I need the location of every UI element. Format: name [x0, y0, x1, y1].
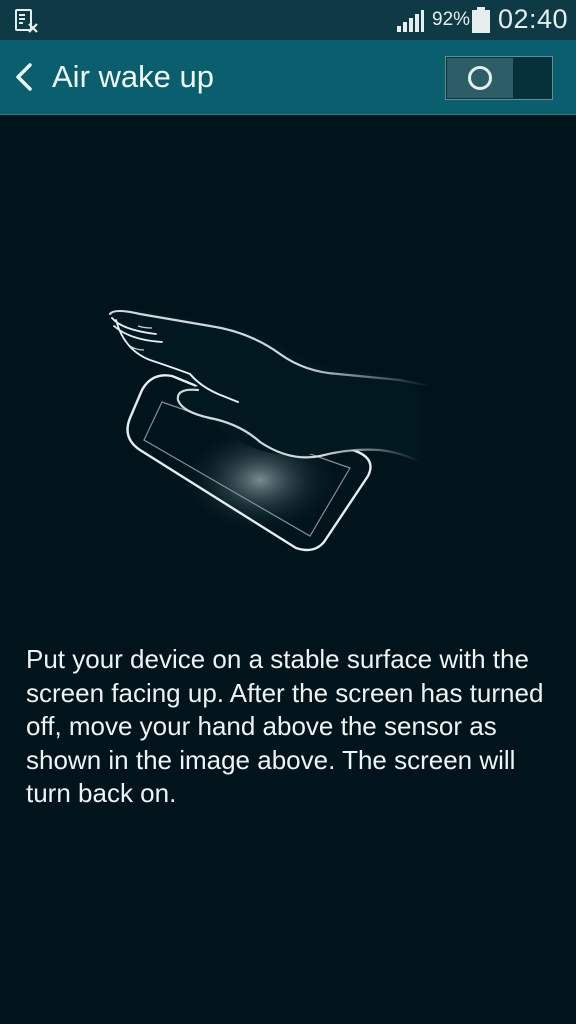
- toggle-thumb: [447, 58, 513, 98]
- hand-over-phone-illustration: [108, 309, 432, 552]
- battery-percent: 92%: [432, 9, 471, 30]
- air-wake-up-toggle[interactable]: [445, 56, 553, 100]
- action-bar: Air wake up: [0, 40, 576, 115]
- battery-icon: [472, 7, 490, 33]
- status-bar: 92% 02:40: [0, 0, 576, 40]
- clock: 02:40: [498, 4, 569, 34]
- page-title[interactable]: Air wake up: [52, 59, 214, 95]
- back-chevron-icon[interactable]: [12, 62, 36, 92]
- toggle-off-icon: [468, 66, 492, 90]
- signal-icon: [397, 10, 424, 32]
- instruction-text: Put your device on a stable surface with…: [26, 644, 544, 808]
- sim-card-notification-icon: [15, 9, 38, 33]
